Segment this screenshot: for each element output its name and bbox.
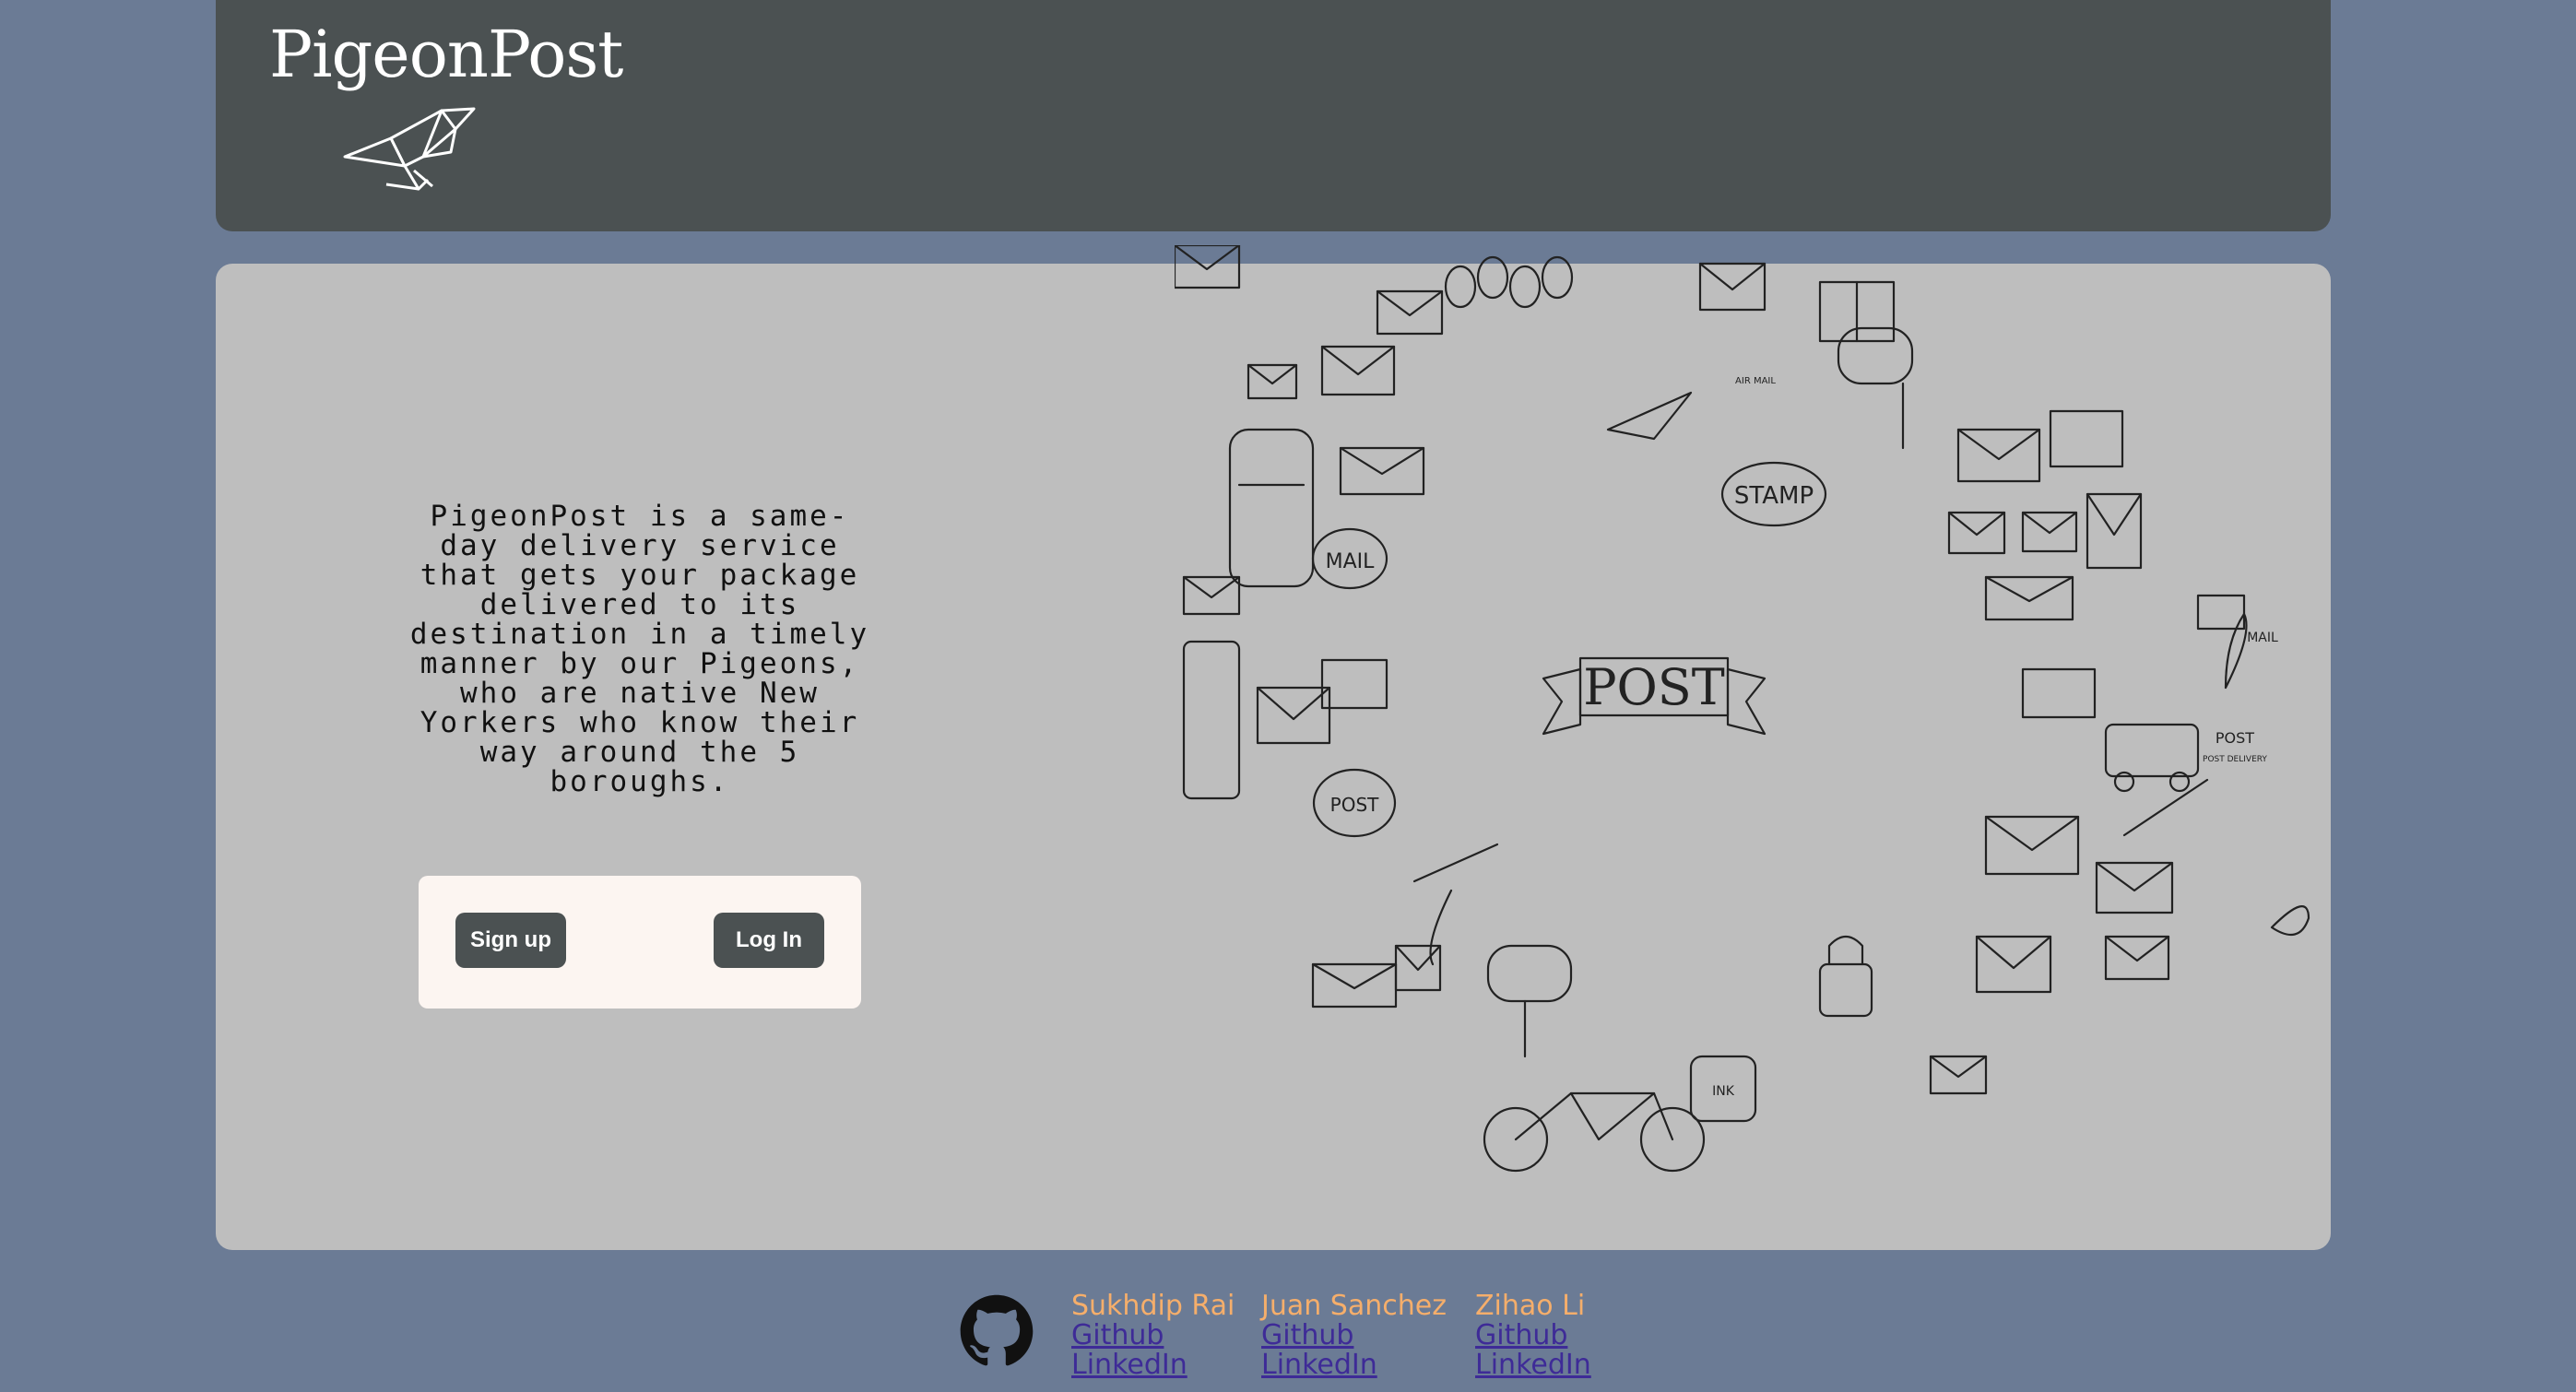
member-name: Zihao Li	[1475, 1290, 1586, 1322]
member-github-link[interactable]: Github	[1071, 1321, 1235, 1351]
origami-bird-icon	[343, 107, 476, 191]
main-panel: PigeonPost is a same-day delivery servic…	[216, 245, 2331, 1250]
site-footer: Sukhdip Rai Github LinkedIn Juan Sanchez…	[0, 1286, 2576, 1392]
service-description: PigeonPost is a same-day delivery servic…	[409, 500, 870, 798]
member-linkedin-link[interactable]: LinkedIn	[1071, 1351, 1235, 1380]
member-github-link[interactable]: Github	[1475, 1321, 1591, 1351]
member-linkedin-link[interactable]: LinkedIn	[1261, 1351, 1447, 1380]
team-member-sukhdip: Sukhdip Rai Github LinkedIn	[1071, 1292, 1235, 1380]
member-github-link[interactable]: Github	[1261, 1321, 1447, 1351]
art-label-mail-small: MAIL	[2247, 631, 2278, 645]
signup-button[interactable]: Sign up	[455, 913, 566, 968]
team-member-juan: Juan Sanchez Github LinkedIn	[1261, 1292, 1447, 1380]
art-label-ink: INK	[1712, 1084, 1735, 1099]
art-label-mail: MAIL	[1326, 550, 1376, 573]
member-linkedin-link[interactable]: LinkedIn	[1475, 1351, 1591, 1380]
art-label-stamp: STAMP	[1734, 482, 1814, 510]
member-name: Sukhdip Rai	[1071, 1290, 1235, 1322]
team-member-zihao: Zihao Li Github LinkedIn	[1475, 1292, 1591, 1380]
login-button[interactable]: Log In	[714, 913, 824, 968]
auth-card: Sign up Log In	[419, 876, 861, 1009]
member-name: Juan Sanchez	[1261, 1290, 1447, 1322]
art-label-post-truck: POST	[2216, 729, 2254, 747]
github-icon[interactable]	[959, 1293, 1034, 1369]
art-label-air-mail: AIR MAIL	[1735, 376, 1776, 386]
art-label-post-delivery: POST DELIVERY	[2203, 755, 2267, 764]
post-banner-text: POST	[1583, 658, 1725, 716]
art-label-post: POST	[1330, 794, 1379, 816]
postal-doodle-wreath-illustration: POST STAMP MAIL POST INK MAIL POST AIR M…	[1175, 245, 2310, 1173]
site-header: PigeonPost	[216, 0, 2331, 231]
brand-logo-text[interactable]: PigeonPost	[269, 17, 623, 92]
